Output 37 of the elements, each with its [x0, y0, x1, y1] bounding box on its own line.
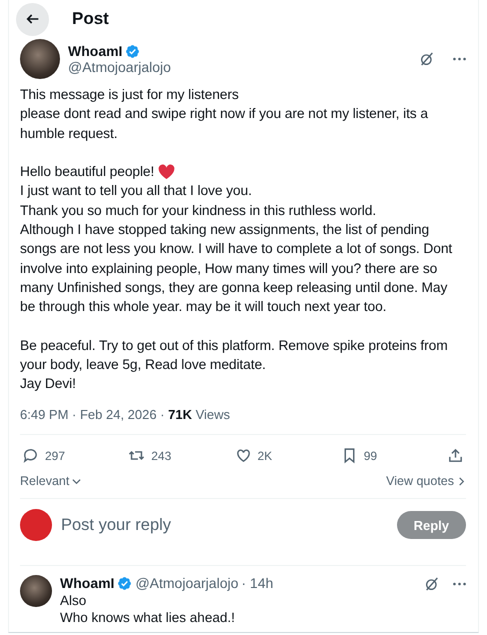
share-icon — [447, 447, 464, 464]
more-button[interactable] — [453, 582, 466, 586]
logo-avatar — [20, 509, 52, 542]
speech-bubble-icon — [22, 447, 39, 464]
more-icon — [453, 582, 466, 586]
post-text: Jay Devi! — [20, 375, 76, 394]
back-button[interactable] — [16, 2, 49, 36]
post-timestamp: 6:49 PM · Feb 24, 2026 · 71K Views — [20, 407, 230, 422]
page-title: Post — [72, 9, 109, 29]
heart-icon — [234, 447, 252, 464]
user-handle[interactable]: @Atmojoarjalojo — [68, 59, 401, 75]
user-name[interactable]: WhoamI — [68, 43, 122, 59]
view-quotes-link[interactable]: View quotes — [386, 474, 466, 488]
chevron-right-icon — [457, 476, 466, 486]
bookmark-button[interactable]: 99 — [340, 447, 401, 464]
post-text: Be peaceful. Try to get out of this platform. Remove spike proteins from your body, leave 5g, Read love meditate. — [20, 336, 449, 374]
share-button[interactable] — [447, 447, 464, 464]
reply-text: Who knows what lies ahead.! — [60, 609, 236, 626]
post-text: please dont read and swipe right now if you are not my listener, its a humble request. — [20, 105, 429, 143]
post-text: This message is just for my listeners — [20, 86, 239, 104]
sort-dropdown[interactable]: Relevant — [20, 474, 82, 488]
reply-time: · 14h — [241, 575, 274, 592]
post-text: Thank you so much for your kindness in this ruthless world. — [20, 202, 376, 220]
post-text: Although I have stopped taking new assignments, the list of pending songs are not less you know. I will have to complete a lot of songs. Dont involve into explaining people, How many times will you? there are so many Unfinished songs, they are gonna keep releasing until done. May be through this whole year. may be it will touch next year too. — [20, 221, 454, 316]
post-text: Hello beautiful people! — [20, 163, 154, 182]
user-handle[interactable]: @Atmojoarjalojo — [135, 575, 238, 592]
more-button[interactable] — [453, 57, 466, 61]
reply-text: Also — [60, 592, 88, 610]
more-icon — [453, 57, 466, 61]
reply-button[interactable]: 297 — [22, 447, 82, 464]
user-name[interactable]: WhoamI — [60, 575, 114, 592]
post-text: I just want to tell you all that I love you. — [20, 182, 252, 200]
chevron-down-icon — [72, 476, 82, 486]
avatar[interactable] — [20, 39, 60, 79]
like-button[interactable]: 2K — [234, 447, 294, 464]
repost-button[interactable]: 243 — [128, 447, 188, 464]
avatar[interactable] — [20, 575, 52, 608]
